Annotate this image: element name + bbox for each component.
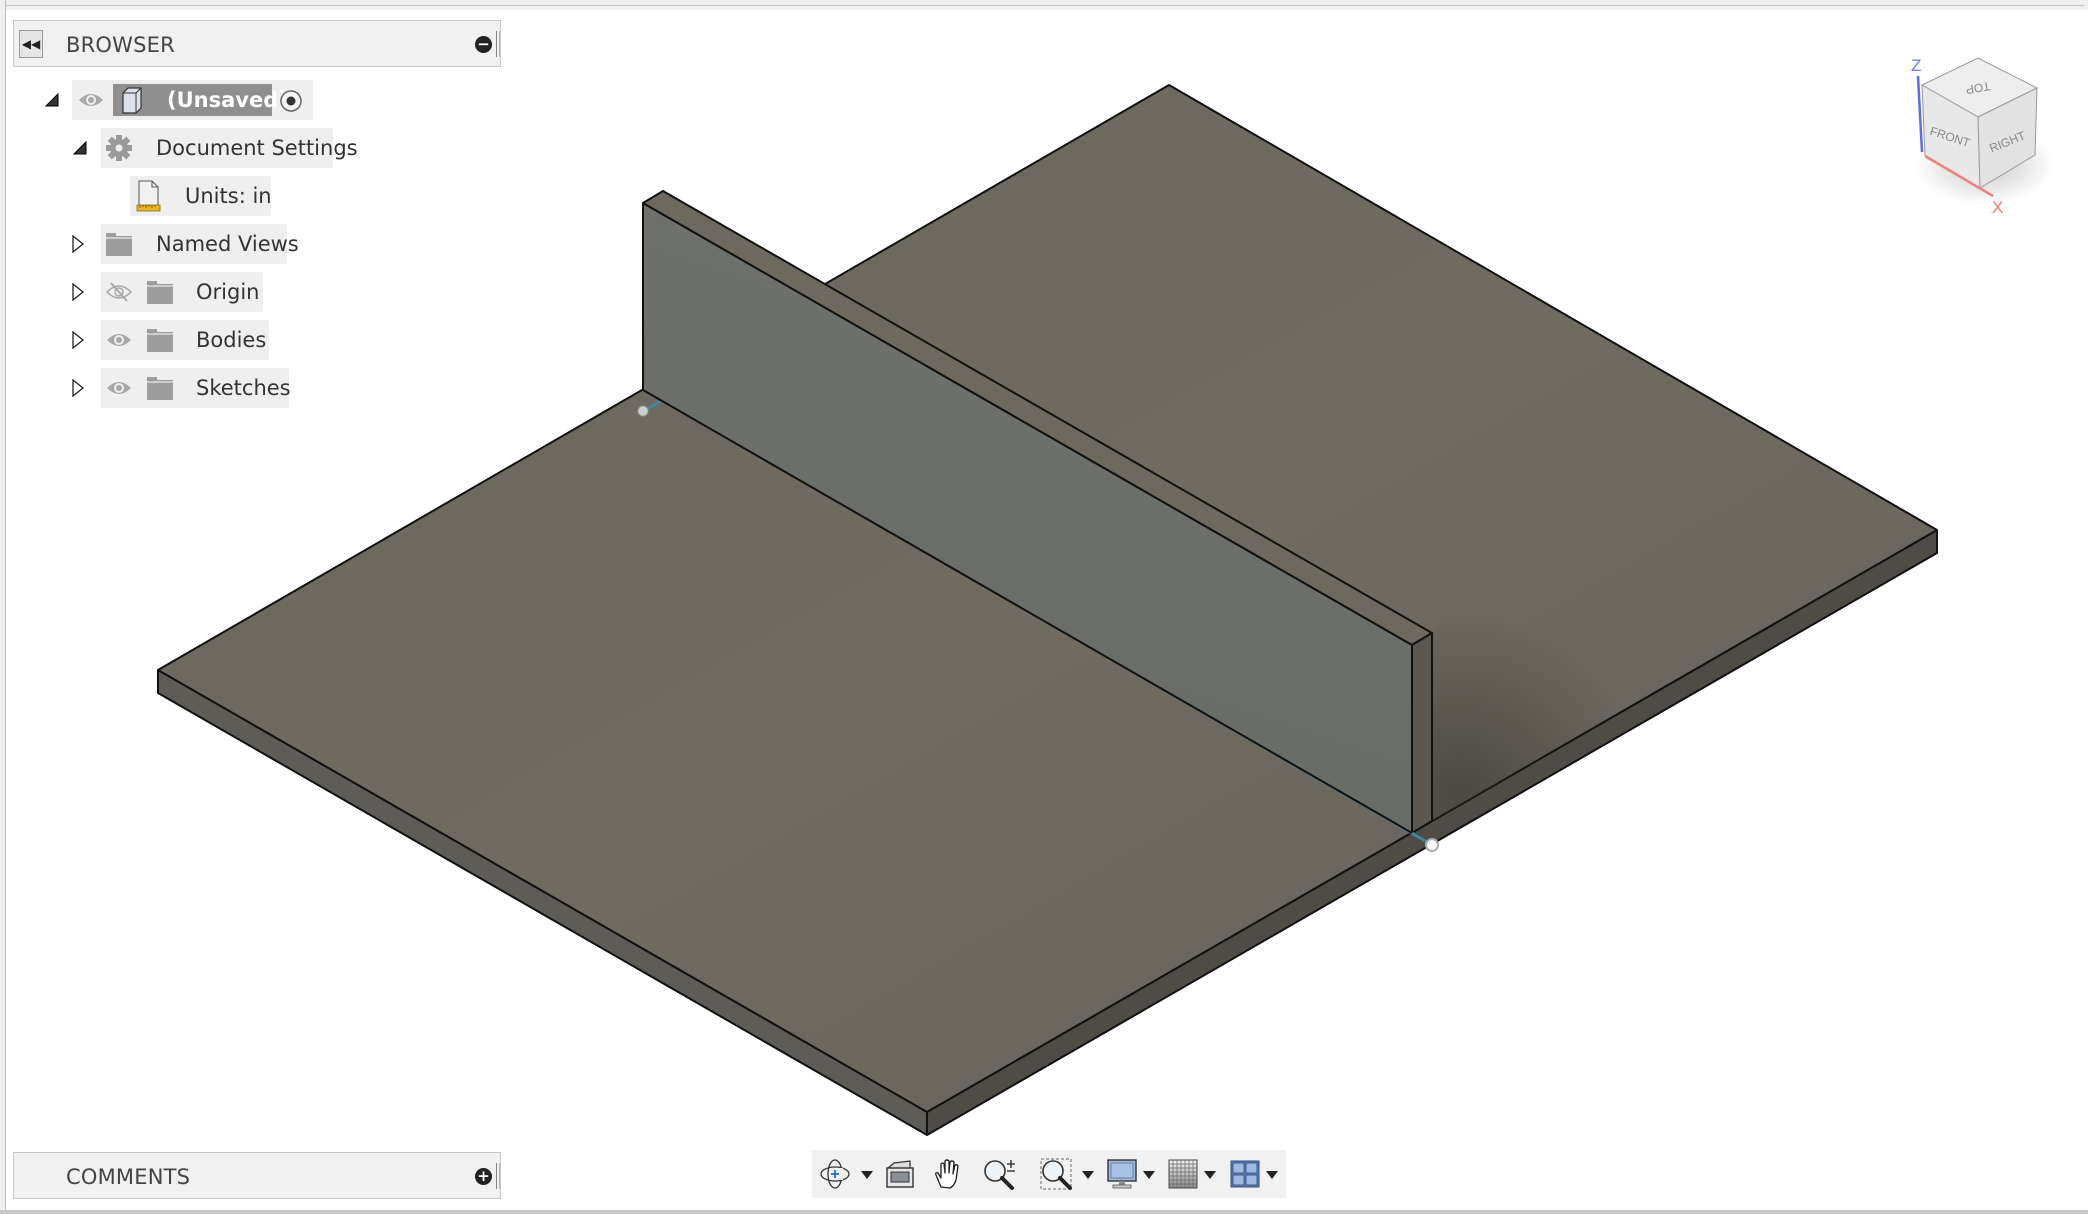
zoom-window-icon: [1040, 1158, 1072, 1190]
zoom-button[interactable]: [982, 1158, 1018, 1190]
viewports-icon: [1230, 1160, 1260, 1188]
component-cube-icon: [122, 87, 142, 114]
display-settings-dropdown-caret[interactable]: [1143, 1171, 1155, 1179]
viewcube[interactable]: TOP FRONT RIGHT Z X: [1911, 56, 2055, 217]
tree-item-sketches[interactable]: Sketches: [0, 368, 340, 408]
sketch-point-start[interactable]: [637, 405, 649, 417]
expanded-triangle-icon[interactable]: [72, 140, 88, 156]
z-axis-line: [1916, 75, 1924, 153]
comments-header[interactable]: COMMENTS +: [13, 1152, 501, 1199]
panel-grip[interactable]: [496, 31, 500, 57]
activate-radio-icon[interactable]: [279, 89, 303, 113]
grid-dropdown-caret[interactable]: [1204, 1171, 1216, 1179]
viewports-dropdown-caret[interactable]: [1266, 1171, 1278, 1179]
tree-item-root[interactable]: (Unsaved): [0, 80, 340, 120]
z-axis-label: Z: [1911, 56, 1921, 75]
wall-end-face[interactable]: [1411, 632, 1433, 834]
units-label: Units: in: [185, 184, 272, 208]
eye-icon[interactable]: [78, 89, 104, 111]
rewind-icon: ◀◀: [21, 37, 41, 51]
collapsed-triangle-icon[interactable]: [71, 282, 85, 302]
tree-item-named-views[interactable]: Named Views: [0, 224, 340, 264]
folder-icon: [147, 377, 173, 400]
units-document-icon: [136, 180, 161, 212]
pan-button[interactable]: [932, 1158, 964, 1190]
top-strip: [0, 0, 2088, 10]
origin-label: Origin: [196, 280, 260, 304]
navigation-toolbar: [812, 1150, 1286, 1198]
orbit-button[interactable]: [818, 1158, 852, 1190]
panel-grip[interactable]: [496, 1163, 500, 1189]
eye-hidden-icon[interactable]: [106, 281, 133, 303]
top-divider: [6, 5, 2084, 6]
grid-icon: [1168, 1159, 1198, 1189]
browser-collapse-button[interactable]: ◀◀: [19, 30, 43, 58]
bodies-label: Bodies: [196, 328, 267, 352]
model-body[interactable]: [157, 84, 1938, 1136]
orbit-icon: [820, 1159, 850, 1189]
plus-circle-icon[interactable]: +: [475, 1168, 492, 1185]
zoom-window-button[interactable]: [1040, 1158, 1074, 1190]
expanded-triangle-icon[interactable]: [44, 92, 60, 108]
eye-icon[interactable]: [106, 377, 133, 399]
browser-title: BROWSER: [66, 33, 175, 57]
collapsed-triangle-icon[interactable]: [71, 234, 85, 254]
minus-circle-icon[interactable]: −: [475, 36, 492, 53]
document-settings-label: Document Settings: [156, 136, 358, 160]
named-views-label: Named Views: [156, 232, 299, 256]
root-label: (Unsaved): [167, 88, 288, 112]
look-at-button[interactable]: [884, 1158, 916, 1190]
pan-hand-icon: [935, 1159, 959, 1189]
x-axis-label: X: [1992, 198, 2003, 217]
sketch-point-end[interactable]: [1425, 838, 1439, 852]
gear-icon: [106, 135, 132, 161]
eye-icon[interactable]: [106, 329, 133, 351]
grid-button[interactable]: [1167, 1158, 1199, 1190]
monitor-icon: [1107, 1159, 1137, 1189]
folder-icon: [106, 233, 132, 256]
browser-header[interactable]: ◀◀ BROWSER −: [13, 20, 501, 67]
zoom-icon: [984, 1160, 1015, 1190]
tree-item-bodies[interactable]: Bodies: [0, 320, 340, 360]
zoom-window-dropdown-caret[interactable]: [1082, 1171, 1094, 1179]
display-settings-button[interactable]: [1106, 1158, 1138, 1190]
viewports-button[interactable]: [1229, 1158, 1261, 1190]
folder-icon: [147, 281, 173, 304]
look-at-icon: [886, 1160, 914, 1188]
bottom-bar: [0, 1210, 2088, 1214]
tree-item-units[interactable]: Units: in: [0, 176, 340, 216]
sketches-label: Sketches: [196, 376, 291, 400]
folder-icon: [147, 329, 173, 352]
tree-item-origin[interactable]: Origin: [0, 272, 340, 312]
tree-item-document-settings[interactable]: Document Settings: [0, 128, 358, 168]
collapsed-triangle-icon[interactable]: [71, 378, 85, 398]
comments-title: COMMENTS: [66, 1165, 191, 1189]
collapsed-triangle-icon[interactable]: [71, 330, 85, 350]
orbit-dropdown-caret[interactable]: [861, 1171, 873, 1179]
